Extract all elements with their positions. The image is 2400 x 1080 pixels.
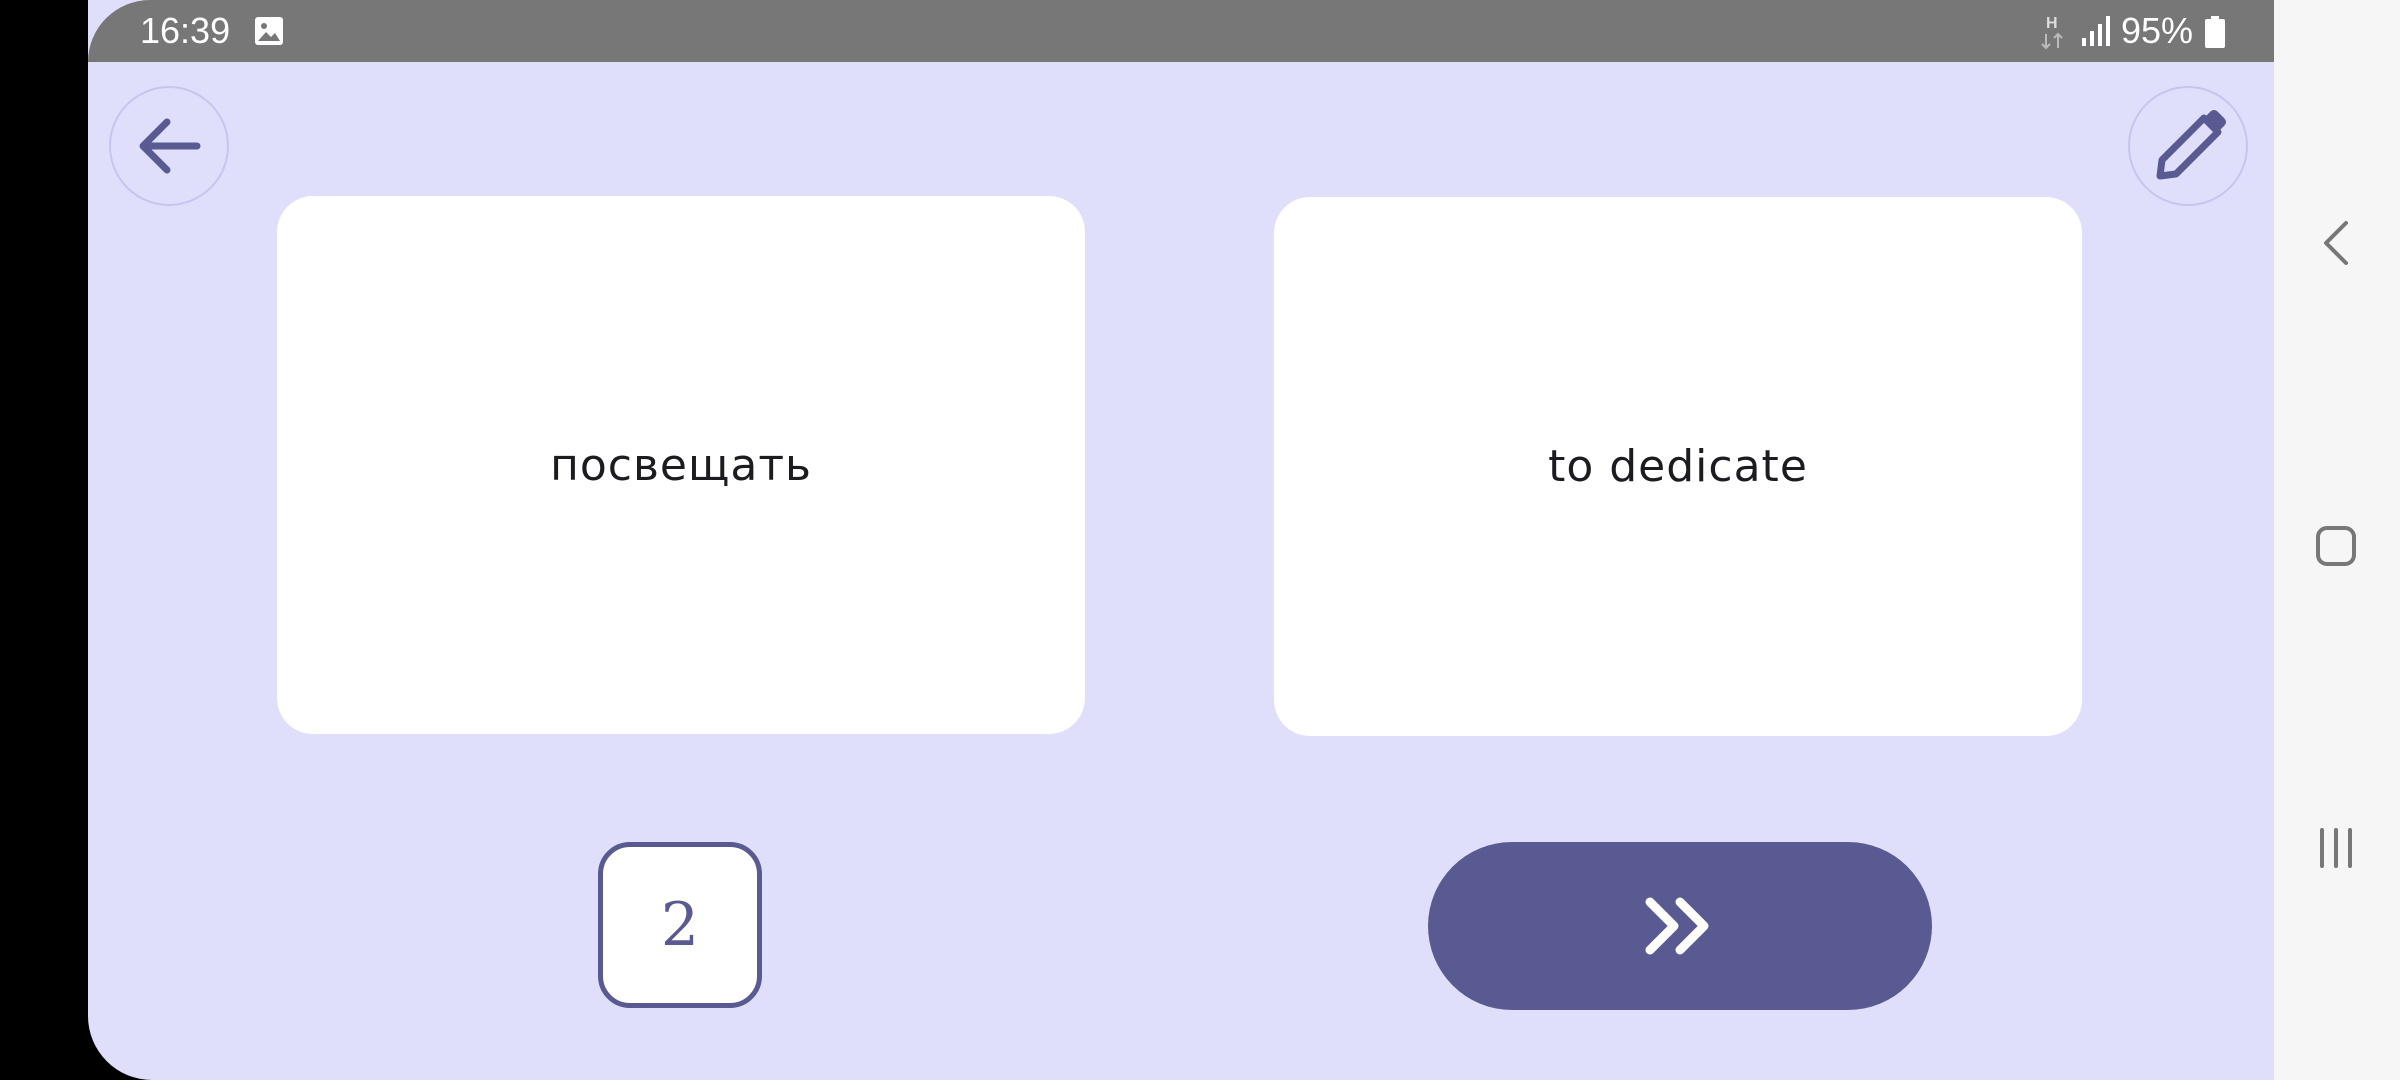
flashcard-back[interactable]: to dedicate [1274, 197, 2082, 736]
edit-button[interactable] [2128, 86, 2248, 206]
back-button[interactable] [109, 86, 229, 206]
nav-back-icon[interactable] [2316, 218, 2356, 268]
signal-icon [2082, 16, 2110, 46]
flashcard-front[interactable]: посвещать [277, 196, 1085, 734]
image-icon [255, 17, 283, 45]
flashcard-front-text: посвещать [550, 439, 812, 491]
next-card-button[interactable] [1428, 842, 1932, 1010]
pencil-icon [2156, 110, 2226, 180]
card-counter: 2 [598, 842, 762, 1008]
network-h-icon: H [2041, 15, 2063, 50]
battery-icon [2205, 16, 2225, 48]
arrow-left-icon [139, 118, 201, 174]
status-time: 16:39 [140, 10, 231, 51]
flashcard-back-text: to dedicate [1548, 441, 1808, 492]
status-bar: 16:39 H 95% [88, 0, 2274, 62]
nav-home-icon[interactable] [2314, 524, 2358, 568]
svg-text:H: H [2046, 15, 2058, 32]
system-nav-bar [2274, 0, 2400, 1080]
nav-recents-icon[interactable] [2314, 826, 2358, 870]
double-chevron-right-icon [1645, 897, 1709, 955]
app-screen: 16:39 H 95% посвещать to dedicate 2 [88, 0, 2274, 1080]
battery-percent: 95% [2121, 10, 2194, 51]
